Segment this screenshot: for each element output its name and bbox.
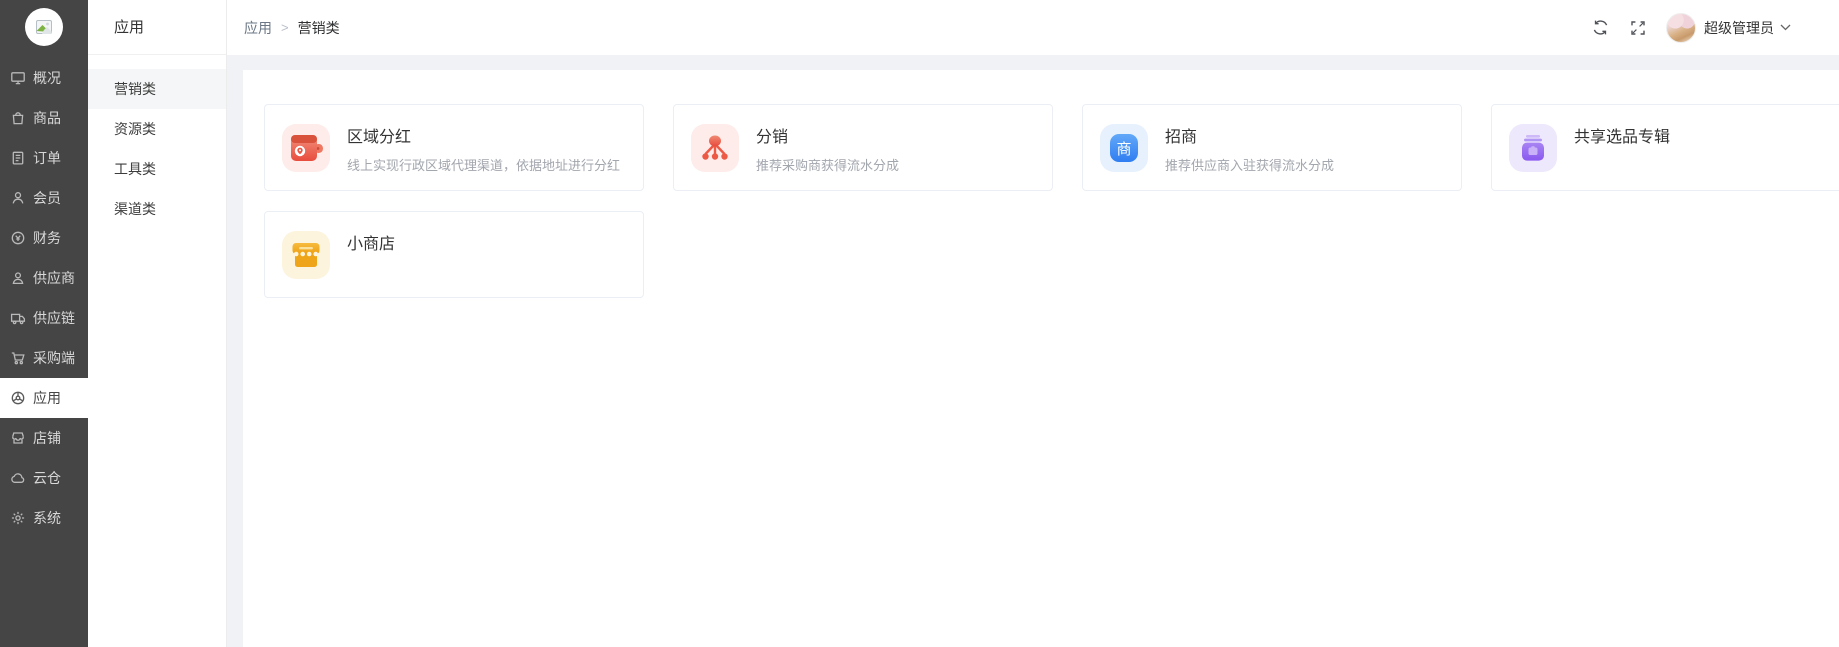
- purchaser-cart-icon: [10, 350, 26, 366]
- store-icon: [10, 430, 26, 446]
- shared-album-icon: [1509, 124, 1557, 172]
- sidebar-item-label: 财务: [33, 230, 61, 246]
- sidebar-menu: 概况 商品 订单 会员 财务 供应商 供应链 采购端 应用 店铺 云仓 系统: [0, 58, 88, 538]
- category-item-tools[interactable]: 工具类: [88, 149, 226, 189]
- secondary-sidebar: 应用 营销类 资源类 工具类 渠道类: [88, 0, 227, 647]
- sidebar-item-supply-chain[interactable]: 供应链: [0, 298, 88, 338]
- breadcrumb-current: 营销类: [297, 19, 340, 36]
- app-card-distribution[interactable]: 分销 推荐采购商获得流水分成: [673, 104, 1053, 191]
- breadcrumb: 应用 > 营销类: [244, 18, 340, 38]
- user-avatar: [1666, 12, 1696, 43]
- sidebar-item-label: 概况: [33, 70, 61, 86]
- app-card-grid: 区域分红 线上实现行政区域代理渠道，依据地址进行分红 分销 推荐采购商获得流水分…: [264, 104, 1839, 298]
- sidebar-item-supplier[interactable]: 供应商: [0, 258, 88, 298]
- app-card-title: 分销: [756, 129, 789, 146]
- sidebar-item-label: 供应链: [33, 310, 75, 326]
- logo[interactable]: [0, 0, 88, 54]
- header-actions: 超级管理员: [1590, 12, 1791, 43]
- app-card-title: 招商: [1165, 129, 1198, 146]
- sidebar-item-purchaser[interactable]: 采购端: [0, 338, 88, 378]
- supplier-user-icon: [10, 270, 26, 286]
- category-list: 营销类 资源类 工具类 渠道类: [88, 69, 226, 229]
- user-menu[interactable]: 超级管理员: [1666, 12, 1791, 43]
- mini-shop-icon: [282, 231, 330, 279]
- chevron-down-icon: [1780, 24, 1791, 31]
- finance-coin-icon: [10, 230, 26, 246]
- sidebar-item-finance[interactable]: 财务: [0, 218, 88, 258]
- breadcrumb-apps[interactable]: 应用: [244, 18, 272, 38]
- sidebar-item-apps[interactable]: 应用: [0, 378, 88, 418]
- breadcrumb-separator: >: [281, 20, 289, 35]
- sidebar-item-members[interactable]: 会员: [0, 178, 88, 218]
- broken-image-logo-icon: [25, 8, 63, 46]
- card-texts: 区域分红 线上实现行政区域代理渠道，依据地址进行分红: [347, 124, 620, 174]
- sidebar-item-orders[interactable]: 订单: [0, 138, 88, 178]
- sidebar-item-label: 商品: [33, 110, 61, 126]
- svg-text:商: 商: [1116, 140, 1131, 158]
- cloud-warehouse-icon: [10, 470, 26, 486]
- fullscreen-icon[interactable]: [1628, 18, 1648, 38]
- main-region: 应用 > 营销类 超级管理员 区域分红 线上实现行政区域代理渠道，依据地址进行分…: [227, 0, 1839, 647]
- app-card-region-dividend[interactable]: 区域分红 线上实现行政区域代理渠道，依据地址进行分红: [264, 104, 644, 191]
- goods-bag-icon: [10, 110, 26, 126]
- sidebar-item-label: 供应商: [33, 270, 75, 286]
- app-card-desc: 推荐采购商获得流水分成: [756, 158, 900, 173]
- sidebar-item-goods[interactable]: 商品: [0, 98, 88, 138]
- card-texts: 小商店: [347, 231, 395, 256]
- region-dividend-wallet-icon: [282, 124, 330, 172]
- sidebar-item-system[interactable]: 系统: [0, 498, 88, 538]
- sidebar-item-cloud-warehouse[interactable]: 云仓: [0, 458, 88, 498]
- sidebar-item-label: 应用: [33, 390, 61, 406]
- refresh-icon[interactable]: [1590, 18, 1610, 38]
- overview-monitor-icon: [10, 70, 26, 86]
- sidebar-item-label: 采购端: [33, 350, 75, 366]
- orders-clipboard-icon: [10, 150, 26, 166]
- system-gear-icon: [10, 510, 26, 526]
- secondary-sidebar-title: 应用: [88, 0, 226, 55]
- category-item-channels[interactable]: 渠道类: [88, 189, 226, 229]
- top-header: 应用 > 营销类 超级管理员: [227, 0, 1839, 55]
- sidebar-item-label: 云仓: [33, 470, 61, 486]
- sidebar-item-store[interactable]: 店铺: [0, 418, 88, 458]
- distribution-network-icon: [691, 124, 739, 172]
- apps-wheel-icon: [10, 390, 26, 406]
- primary-sidebar: 概况 商品 订单 会员 财务 供应商 供应链 采购端 应用 店铺 云仓 系统: [0, 0, 88, 647]
- card-texts: 共享选品专辑: [1574, 124, 1670, 149]
- category-item-marketing[interactable]: 营销类: [88, 69, 226, 109]
- content-background: 区域分红 线上实现行政区域代理渠道，依据地址进行分红 分销 推荐采购商获得流水分…: [227, 55, 1839, 647]
- app-card-desc: 线上实现行政区域代理渠道，依据地址进行分红: [347, 158, 621, 173]
- app-card-title: 共享选品专辑: [1574, 129, 1671, 146]
- merchant-recruit-icon: 商: [1100, 124, 1148, 172]
- app-card-title: 小商店: [347, 236, 396, 253]
- card-texts: 招商 推荐供应商入驻获得流水分成: [1165, 124, 1334, 174]
- supply-chain-truck-icon: [10, 310, 26, 326]
- app-card-title: 区域分红: [347, 129, 412, 146]
- sidebar-item-label: 系统: [33, 510, 61, 526]
- app-card-merchant-recruit[interactable]: 商 招商 推荐供应商入驻获得流水分成: [1082, 104, 1462, 191]
- card-texts: 分销 推荐采购商获得流水分成: [756, 124, 899, 174]
- app-card-shared-album[interactable]: 共享选品专辑: [1491, 104, 1839, 191]
- sidebar-item-label: 会员: [33, 190, 61, 206]
- sidebar-item-label: 订单: [33, 150, 61, 166]
- app-card-desc: 推荐供应商入驻获得流水分成: [1165, 158, 1335, 173]
- sidebar-item-overview[interactable]: 概况: [0, 58, 88, 98]
- content-panel: 区域分红 线上实现行政区域代理渠道，依据地址进行分红 分销 推荐采购商获得流水分…: [243, 70, 1839, 647]
- members-user-icon: [10, 190, 26, 206]
- app-card-mini-shop[interactable]: 小商店: [264, 211, 644, 298]
- category-item-resources[interactable]: 资源类: [88, 109, 226, 149]
- sidebar-item-label: 店铺: [33, 430, 61, 446]
- user-name: 超级管理员: [1704, 19, 1774, 36]
